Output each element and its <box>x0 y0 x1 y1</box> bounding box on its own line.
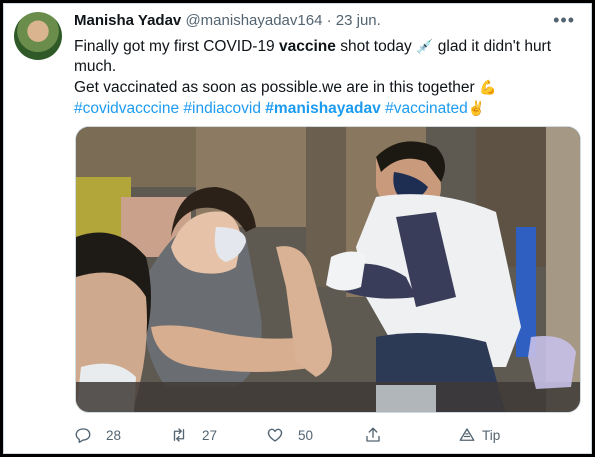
reply-icon <box>75 428 91 443</box>
tweet-card[interactable]: Manisha Yadav @manishayadav164 · 23 jun.… <box>3 3 592 454</box>
author-name[interactable]: Manisha Yadav <box>74 12 181 29</box>
share-button[interactable] <box>364 424 382 446</box>
tweet-actions: 28 27 50 Tip <box>74 424 584 446</box>
hashtag-link[interactable]: #indiacovid <box>183 100 261 117</box>
muscle-icon: 💪 <box>478 79 497 95</box>
tweet-date[interactable]: 23 jun. <box>336 12 381 29</box>
hashtag-line: #covidvacccine #indiacovid #manishayadav… <box>74 98 574 119</box>
like-button[interactable]: 50 <box>266 424 313 446</box>
text-segment: Finally got my first COVID-19 <box>74 38 279 55</box>
tweet-text: Finally got my first COVID-19 vaccine sh… <box>74 36 574 119</box>
share-icon <box>366 427 380 442</box>
heart-icon <box>267 428 283 442</box>
text-segment: Get vaccinated as soon as possible.we ar… <box>74 79 475 96</box>
tweet-line-1: Finally got my first COVID-19 vaccine sh… <box>74 36 574 77</box>
avatar[interactable] <box>14 12 62 60</box>
hashtag-link[interactable]: #manishayadav <box>265 100 380 117</box>
tip-icon <box>459 428 475 441</box>
vaccination-photo <box>76 127 580 412</box>
like-count: 50 <box>298 427 314 443</box>
more-icon[interactable]: ••• <box>553 10 575 31</box>
text-segment: shot today <box>335 38 412 55</box>
tweet-line-2: Get vaccinated as soon as possible.we ar… <box>74 77 574 98</box>
tweet-photo[interactable] <box>75 126 581 413</box>
retweet-icon <box>173 428 185 442</box>
tip-button[interactable]: Tip <box>458 424 500 446</box>
text-bold-segment: vaccine <box>279 38 336 55</box>
tweet-header: Manisha Yadav @manishayadav164 · 23 jun.… <box>74 10 579 34</box>
hashtag-link[interactable]: #covidvacccine <box>74 100 179 117</box>
reply-button[interactable]: 28 <box>74 424 121 446</box>
separator-dot: · <box>326 12 332 29</box>
retweet-button[interactable]: 27 <box>170 424 217 446</box>
tip-label: Tip <box>482 427 501 443</box>
retweet-count: 27 <box>202 427 218 443</box>
author-handle[interactable]: @manishayadav164 <box>185 12 322 29</box>
reply-count: 28 <box>106 427 122 443</box>
hashtag-link[interactable]: #vaccinated <box>385 100 468 117</box>
syringe-icon: 💉 <box>416 38 434 54</box>
victory-hand-icon: ✌ <box>467 100 486 116</box>
